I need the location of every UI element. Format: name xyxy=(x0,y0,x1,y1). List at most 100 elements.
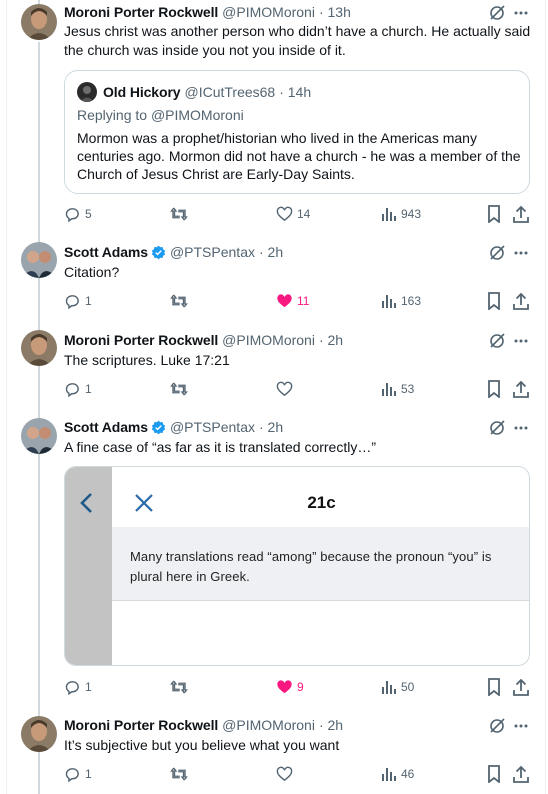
heart-icon xyxy=(277,293,292,307)
like-count: 14 xyxy=(297,207,311,221)
author-handle[interactable]: @PIMOMoroni xyxy=(222,332,315,348)
media-footnote: Many translations read “among” because t… xyxy=(112,527,529,601)
quote-author-handle[interactable]: @ICutTrees68 xyxy=(184,84,275,100)
tweet-media-image[interactable]: 21c Many translations read “among” becau… xyxy=(64,466,530,666)
like-button[interactable]: 9 xyxy=(276,678,304,696)
reply-button[interactable]: 1 xyxy=(64,292,92,310)
tweet[interactable]: Moroni Porter Rockwell @PIMOMoroni · 2h … xyxy=(0,320,548,408)
timestamp[interactable]: · 2h xyxy=(259,419,283,435)
retweet-button[interactable] xyxy=(170,765,188,783)
tweet-actions: 1 53 xyxy=(0,380,548,398)
grok-icon[interactable] xyxy=(488,717,506,735)
more-icon[interactable] xyxy=(513,5,529,21)
verified-badge-icon xyxy=(151,420,166,435)
avatar[interactable] xyxy=(21,4,57,40)
bookmark-button[interactable] xyxy=(486,205,502,223)
tweet-text: Jesus christ was another person who didn… xyxy=(64,23,531,58)
media-footnote-text: Many translations read “among” because t… xyxy=(130,549,492,584)
more-icon[interactable] xyxy=(513,245,529,261)
views-button[interactable]: 46 xyxy=(381,765,414,783)
author-name[interactable]: Scott Adams xyxy=(64,419,148,435)
quote-text: Mormon was a prophet/historian who lived… xyxy=(77,130,521,182)
grok-icon[interactable] xyxy=(488,332,506,350)
reply-button[interactable]: 5 xyxy=(64,205,92,223)
reply-icon xyxy=(65,680,79,695)
grok-icon[interactable] xyxy=(488,4,506,22)
view-count: 53 xyxy=(401,382,415,396)
more-icon[interactable] xyxy=(513,718,529,734)
quoted-tweet[interactable]: Old Hickory @ICutTrees68 · 14h Replying … xyxy=(64,70,530,194)
quote-author-name[interactable]: Old Hickory xyxy=(103,84,181,100)
bookmark-button[interactable] xyxy=(486,765,502,783)
author-name[interactable]: Moroni Porter Rockwell xyxy=(64,4,218,20)
bookmark-button[interactable] xyxy=(486,292,502,310)
author-handle[interactable]: @PTSPentax xyxy=(170,244,255,260)
retweet-icon xyxy=(170,680,188,694)
views-chart-icon xyxy=(382,295,396,308)
like-button[interactable]: 14 xyxy=(276,205,310,223)
quote-avatar[interactable] xyxy=(77,82,97,102)
views-button[interactable]: 943 xyxy=(381,205,421,223)
view-count: 943 xyxy=(401,207,422,221)
reply-count: 1 xyxy=(85,767,92,781)
timestamp[interactable]: · 2h xyxy=(319,332,343,348)
grok-icon[interactable] xyxy=(488,419,506,437)
tweet[interactable]: Moroni Porter Rockwell @PIMOMoroni · 2h … xyxy=(0,706,548,794)
bookmark-button[interactable] xyxy=(486,678,502,696)
tweet[interactable]: Scott Adams @PTSPentax · 2h Citation? 1 … xyxy=(0,232,548,320)
avatar[interactable] xyxy=(21,716,57,752)
back-chevron-icon xyxy=(77,491,97,515)
reply-button[interactable]: 1 xyxy=(64,765,92,783)
like-button[interactable] xyxy=(276,380,293,398)
media-title: 21c xyxy=(307,493,336,512)
share-button[interactable] xyxy=(513,765,529,783)
views-button[interactable]: 163 xyxy=(381,292,421,310)
share-button[interactable] xyxy=(513,205,529,223)
view-count: 46 xyxy=(401,767,415,781)
reply-icon xyxy=(65,382,79,397)
author-name[interactable]: Scott Adams xyxy=(64,244,148,260)
timestamp[interactable]: · 2h xyxy=(259,244,283,260)
author-handle[interactable]: @PIMOMoroni xyxy=(222,4,315,20)
timestamp[interactable]: · 13h xyxy=(319,4,351,20)
bookmark-icon xyxy=(488,292,500,310)
heart-icon xyxy=(276,766,293,781)
avatar[interactable] xyxy=(21,242,57,278)
retweet-button[interactable] xyxy=(170,205,188,223)
reply-count: 1 xyxy=(85,294,92,308)
reply-button[interactable]: 1 xyxy=(64,678,92,696)
bookmark-button[interactable] xyxy=(486,380,502,398)
avatar[interactable] xyxy=(21,418,57,454)
retweet-button[interactable] xyxy=(170,380,188,398)
share-button[interactable] xyxy=(513,292,529,310)
share-icon xyxy=(513,380,529,398)
author-name[interactable]: Moroni Porter Rockwell xyxy=(64,717,218,733)
reply-icon xyxy=(65,294,79,309)
like-button[interactable]: 11 xyxy=(276,292,309,310)
retweet-button[interactable] xyxy=(170,292,188,310)
replying-handle[interactable]: @PIMOMoroni xyxy=(151,107,244,123)
replying-prefix: Replying to xyxy=(77,107,151,123)
view-count: 50 xyxy=(401,680,415,694)
tweet[interactable]: Moroni Porter Rockwell @PIMOMoroni · 13h… xyxy=(0,0,548,232)
reply-count: 1 xyxy=(85,382,92,396)
bookmark-icon xyxy=(488,205,500,223)
retweet-button[interactable] xyxy=(170,678,188,696)
reply-button[interactable]: 1 xyxy=(64,380,92,398)
timestamp[interactable]: · 2h xyxy=(319,717,343,733)
views-button[interactable]: 53 xyxy=(381,380,414,398)
view-count: 163 xyxy=(401,294,422,308)
more-icon[interactable] xyxy=(513,333,529,349)
views-button[interactable]: 50 xyxy=(381,678,414,696)
avatar[interactable] xyxy=(21,330,57,366)
grok-icon[interactable] xyxy=(488,244,506,262)
more-icon[interactable] xyxy=(513,420,529,436)
author-handle[interactable]: @PIMOMoroni xyxy=(222,717,315,733)
author-name[interactable]: Moroni Porter Rockwell xyxy=(64,332,218,348)
author-handle[interactable]: @PTSPentax xyxy=(170,419,255,435)
media-header: 21c xyxy=(112,467,529,527)
share-button[interactable] xyxy=(513,678,529,696)
like-button[interactable] xyxy=(276,765,293,783)
share-icon xyxy=(513,205,529,223)
share-button[interactable] xyxy=(513,380,529,398)
